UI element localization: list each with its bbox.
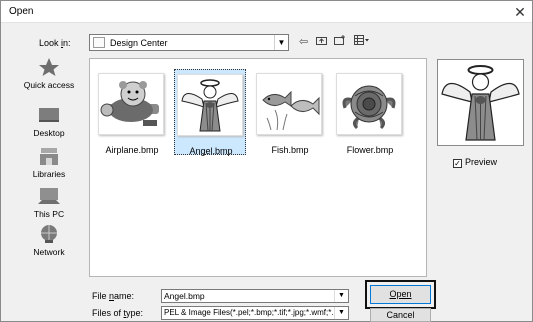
angel-preview-image (441, 65, 520, 141)
nav-toolbar: ⇦ (299, 35, 375, 51)
place-label: Desktop (33, 128, 65, 138)
place-label: Libraries (32, 169, 66, 179)
open-button-label: Open (389, 289, 412, 299)
up-folder-icon[interactable] (315, 35, 327, 48)
cancel-button[interactable]: Cancel (370, 308, 431, 322)
preview-label: Preview (465, 157, 498, 167)
network-icon (36, 224, 62, 244)
file-thumbnail (256, 73, 322, 135)
window-title: Open (9, 6, 34, 17)
file-name: Flower.bmp (346, 145, 394, 155)
open-button[interactable]: Open (370, 285, 431, 304)
chevron-down-icon[interactable]: ▼ (274, 35, 288, 50)
file-item[interactable]: Flower.bmp (334, 69, 406, 155)
close-button[interactable]: ✕ (510, 2, 530, 22)
folder-icon (93, 37, 105, 48)
file-thumbnail (177, 74, 243, 136)
file-type-select[interactable]: PEL & Image Files(*.pel;*.bmp;*.tif;*.jp… (161, 306, 349, 320)
places-bar: Quick access Desktop Libraries This PC N… (15, 57, 83, 275)
back-arrow-icon[interactable]: ⇦ (299, 35, 308, 48)
look-in-combo[interactable]: Design Center ▼ (89, 34, 289, 51)
preview-checkbox[interactable]: ✓ Preview (453, 157, 497, 168)
file-item-selected[interactable]: Angel.bmp (174, 69, 246, 156)
desktop-icon (36, 105, 62, 125)
fish-thumbnail-image (262, 90, 320, 131)
place-libraries[interactable]: Libraries (15, 146, 83, 179)
chevron-down-icon[interactable]: ▼ (334, 307, 348, 319)
file-thumbnail (98, 73, 164, 135)
file-name-label: File name: (92, 291, 135, 301)
airplane-thumbnail-image (100, 81, 159, 126)
place-label: Network (33, 247, 65, 257)
open-dialog: Open ✕ Look in: Design Center ▼ ⇦ Quick … (0, 0, 533, 322)
view-menu-icon[interactable] (353, 35, 370, 48)
place-this-pc[interactable]: This PC (15, 186, 83, 219)
libraries-icon (36, 146, 62, 166)
flower-thumbnail-image (342, 85, 396, 130)
file-item[interactable]: Airplane.bmp (96, 69, 168, 155)
file-name-input[interactable]: Angel.bmp (161, 289, 349, 303)
place-label: This PC (33, 209, 65, 219)
look-in-value: Design Center (110, 38, 168, 48)
look-in-label: Look in: (39, 38, 71, 48)
file-list[interactable]: Airplane.bmp Angel.bmp Fish.bmp Flower.b… (89, 58, 427, 277)
this-pc-icon (36, 186, 62, 206)
files-of-type-label: Files of type: (92, 308, 144, 318)
file-item[interactable]: Fish.bmp (254, 69, 326, 155)
title-bar: Open ✕ (1, 1, 532, 23)
file-name: Angel.bmp (189, 146, 233, 156)
file-name: Airplane.bmp (105, 145, 159, 155)
new-folder-icon[interactable] (334, 35, 346, 48)
place-label: Quick access (23, 80, 75, 90)
preview-pane (437, 59, 524, 146)
file-thumbnail (336, 73, 402, 135)
place-quick-access[interactable]: Quick access (15, 57, 83, 90)
chevron-down-icon[interactable]: ▼ (334, 290, 348, 302)
place-network[interactable]: Network (15, 224, 83, 257)
checkbox-checked-icon[interactable]: ✓ (453, 159, 462, 168)
quick-access-icon (36, 57, 62, 77)
file-name: Fish.bmp (271, 145, 309, 155)
angel-thumbnail-image (181, 79, 239, 132)
place-desktop[interactable]: Desktop (15, 105, 83, 138)
